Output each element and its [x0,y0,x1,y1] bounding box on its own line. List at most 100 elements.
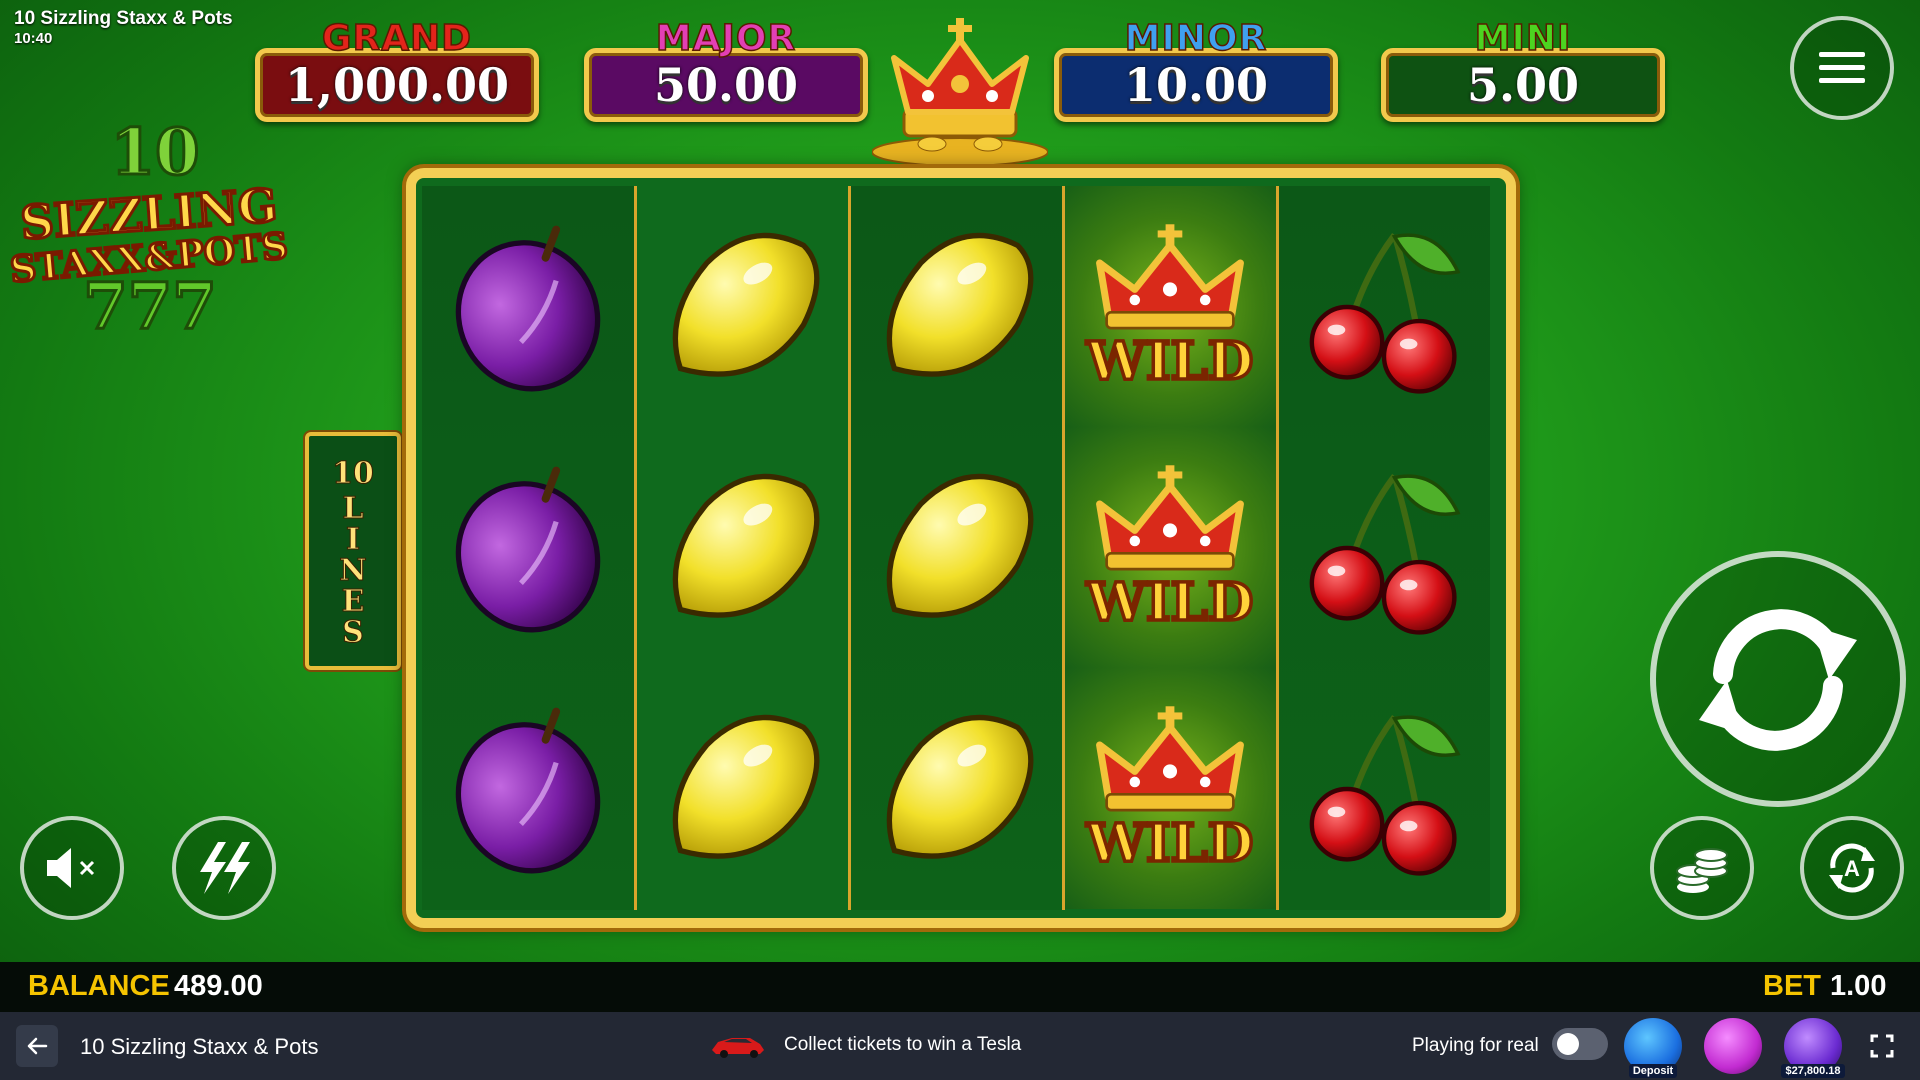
jackpot-mini-value: 5.00 [1466,58,1580,112]
sound-button[interactable] [20,816,124,920]
logo-sevens: 777 [83,269,217,342]
plum-icon [455,707,601,873]
bet-value: 1.00 [1830,970,1887,1002]
lemon-icon [672,232,820,377]
jackpot-grand-label: GRAND [321,17,473,60]
plum-icon [455,225,601,391]
fullscreen-button[interactable] [1862,1026,1902,1066]
reel-cell [850,668,1062,909]
jackpot-grand-value: 1,000.00 [284,58,510,112]
spin-button[interactable] [1650,551,1906,807]
reel-cell [422,427,634,668]
reel-cell [636,427,848,668]
lemon-icon [886,714,1034,859]
autoplay-icon: A [1829,843,1875,893]
wild-label: WILD [1086,571,1254,633]
lightning-icon [200,842,250,894]
lemon-icon [672,714,820,859]
reel-cell: WILD [1064,186,1276,427]
wild-crown-icon: WILD [1084,705,1255,875]
logo-number: 10 [110,115,199,190]
jackpotz-badge[interactable]: $27,800.18 [1781,1018,1845,1078]
jackpot-major: 50.00 MAJOR [584,17,868,122]
reel-cell [1278,186,1490,427]
reel-4: WILD WILD WILD [1064,186,1276,910]
game-logo: 10 SIZZLING STAXX&POTS 777 [10,114,290,343]
jackpot-grand: 1,000.00 GRAND [255,17,539,122]
jackpot-major-box: 50.00 [584,48,868,122]
coins-icon [1676,848,1728,893]
jackpot-mini-label: MINI [1474,17,1572,60]
jackpot-minor-box: 10.00 [1054,48,1338,122]
jackpot-mini-box: 5.00 [1381,48,1665,122]
paylines-number: 10 [332,456,375,492]
piggyz-badge[interactable] [1704,1018,1762,1074]
jackpot-minor-label: MINOR [1124,17,1268,60]
lemon-icon [886,473,1034,618]
reel-cell [422,186,634,427]
reel-divider [848,186,851,910]
promo-text[interactable]: Collect tickets to win a Tesla [784,1034,1021,1056]
car-icon [712,1038,764,1058]
plum-icon [455,466,601,632]
bonuz-caption: Deposit [1628,1064,1678,1078]
paylines-banner: 10 LINES [305,432,401,670]
sound-muted-icon [47,848,95,888]
toggle-knob [1557,1033,1579,1055]
reel-cell: WILD [1064,427,1276,668]
spin-arrows-icon [1699,609,1857,751]
jackpotz-caption: $27,800.18 [1781,1064,1845,1078]
bottom-game-title: 10 Sizzling Staxx & Pots [80,1034,319,1059]
reel-divider [1062,186,1065,910]
jackpot-grand-box: 1,000.00 [255,48,539,122]
status-strip [0,962,1920,1012]
reel-cell [1278,427,1490,668]
wild-label: WILD [1086,330,1254,392]
balance-value: 489.00 [174,970,263,1002]
cherry-icon [1309,714,1461,876]
back-button[interactable] [16,1025,58,1067]
jackpot-mini: 5.00 MINI [1381,17,1665,122]
crown-icon [872,18,1048,164]
bet-label: BET [1763,970,1821,1002]
fullscreen-icon [1870,1034,1894,1058]
lemon-icon [672,473,820,618]
svg-text:A: A [1844,856,1860,881]
menu-button[interactable] [1790,16,1894,120]
reel-cell [850,427,1062,668]
reel-divider [1276,186,1279,910]
reel-divider [634,186,637,910]
reel-cell [422,668,634,909]
reel-cell [636,668,848,909]
jackpot-major-value: 50.00 [653,58,799,112]
reel-1 [422,186,634,910]
wild-label: WILD [1086,812,1254,874]
turbo-button[interactable] [172,816,276,920]
arrow-left-icon [27,1037,48,1055]
wild-crown-icon: WILD [1084,223,1255,393]
bonuz-badge[interactable]: Deposit [1624,1018,1682,1078]
cherry-icon [1309,232,1461,394]
game-title: 10 Sizzling Staxx & Pots [14,8,233,29]
lemon-icon [886,232,1034,377]
clock: 10:40 [14,30,53,47]
reel-3 [850,186,1062,910]
real-play-label: Playing for real [1412,1035,1539,1056]
bet-button[interactable] [1650,816,1754,920]
reel-2 [636,186,848,910]
reel-cell: WILD [1064,668,1276,909]
balance-label: BALANCE [28,970,170,1002]
jackpot-minor: 10.00 MINOR [1054,17,1338,122]
reel-cell [636,186,848,427]
paylines-word: LINES [335,491,371,647]
reel-cell [850,186,1062,427]
jackpot-major-label: MAJOR [655,17,797,60]
autoplay-button[interactable]: A [1800,816,1904,920]
wild-crown-icon: WILD [1084,464,1255,634]
reel-5 [1278,186,1490,910]
reel-grid: WILD WILD WILD [406,168,1516,928]
reel-cell [1278,668,1490,909]
jackpot-minor-value: 10.00 [1123,58,1269,112]
cherry-icon [1309,473,1461,635]
hamburger-icon [1819,52,1865,83]
